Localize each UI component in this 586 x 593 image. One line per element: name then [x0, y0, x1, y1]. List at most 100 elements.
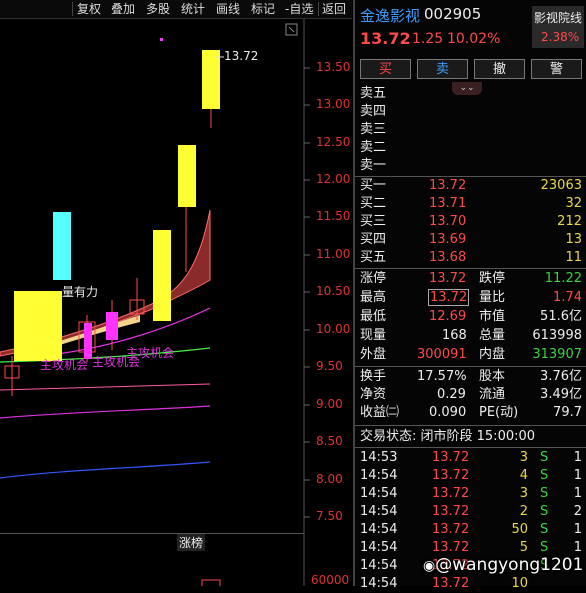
- chart-toolbar: 复权 叠加 多股 统计 画线 标记 -自选 返回: [0, 0, 352, 19]
- toolbar-back-button[interactable]: 返回: [322, 1, 346, 17]
- tick-price: 13.72: [432, 468, 470, 483]
- tick-price: 13.72: [432, 522, 470, 537]
- buy-level-label: 买五: [360, 250, 387, 265]
- sell-level-row: 卖五: [355, 85, 586, 103]
- price-tick: 8.50: [316, 434, 343, 448]
- toolbar-overlay-button[interactable]: 叠加: [111, 1, 135, 17]
- tick-time: 14:54: [360, 468, 398, 483]
- buy-level-volume: 23063: [540, 178, 582, 193]
- divider: [355, 366, 586, 367]
- sell-level-label: 卖五: [360, 86, 387, 101]
- zhang-bang-tab[interactable]: 涨榜: [177, 534, 206, 551]
- ma-line-blue: [0, 461, 211, 479]
- volume-ratio-value: 1.74: [553, 290, 582, 305]
- toolbar-multistock-button[interactable]: 多股: [146, 1, 170, 17]
- buy-level-row[interactable]: 买一 13.72 23063: [355, 177, 586, 195]
- buy-level-row[interactable]: 买五 13.68 11: [355, 249, 586, 267]
- cancel-order-button[interactable]: 撤: [474, 59, 525, 79]
- toolbar-drawline-button[interactable]: 画线: [216, 1, 240, 17]
- watermark-text: @wangyong1201: [435, 555, 584, 575]
- sell-level-label: 卖一: [360, 158, 387, 173]
- candle-yellow: [153, 230, 171, 321]
- toolbar-stats-button[interactable]: 统计: [181, 1, 205, 17]
- tick-price: 13.72: [432, 504, 470, 519]
- candle-magenta: [106, 312, 118, 340]
- low-label: 最低: [360, 309, 387, 324]
- sell-level-row: 卖一: [355, 157, 586, 175]
- price-tick: 12.00: [316, 172, 351, 186]
- weibo-logo-icon: ◉: [423, 558, 436, 574]
- price-change-pct: 10.02%: [447, 31, 501, 47]
- price-tick: 8.00: [316, 472, 343, 486]
- price-tick: 12.50: [316, 135, 351, 149]
- tick-side: S: [540, 468, 549, 483]
- tick-volume: 10: [511, 576, 528, 591]
- eps-label: 收益㈡: [360, 405, 400, 420]
- tick-row[interactable]: 14:54 13.72 3 S 1: [355, 485, 586, 503]
- sell-button[interactable]: 卖: [417, 59, 468, 79]
- price-tick: 10.50: [316, 284, 351, 298]
- eps-value: 0.090: [429, 405, 467, 420]
- inner-volume-label: 内盘: [479, 347, 506, 362]
- tick-side: S: [540, 450, 549, 465]
- sell-level-label: 卖四: [360, 104, 387, 119]
- outer-volume-label: 外盘: [360, 347, 387, 362]
- volume-ratio-label: 量比: [479, 290, 506, 305]
- buy-level-row[interactable]: 买四 13.69 13: [355, 231, 586, 249]
- tick-row[interactable]: 14:54 13.72 2 S 2: [355, 503, 586, 521]
- stats-row: 涨停 13.72 跌停 11.22: [355, 270, 586, 288]
- alert-button[interactable]: 警: [531, 59, 582, 79]
- turnover-label: 换手: [360, 369, 387, 384]
- volume-bar: [201, 579, 221, 586]
- kline-chart[interactable]: 13.50 13.00 12.50 12.00 11.50 11.00 10.5…: [0, 19, 351, 587]
- limit-down-value: 11.22: [544, 271, 582, 286]
- tick-row[interactable]: 14:53 13.72 3 S 1: [355, 449, 586, 467]
- divider: [355, 425, 586, 426]
- toolbar-fuquan-button[interactable]: 复权: [77, 1, 101, 17]
- stats-row: 最高 13.72 量比 1.74: [355, 289, 586, 307]
- buy-level-price: 13.69: [429, 232, 467, 247]
- net-asset-value: 0.29: [437, 387, 466, 402]
- buy-button[interactable]: 买: [360, 59, 411, 79]
- tick-row[interactable]: 14:54 13.72 10: [355, 575, 586, 593]
- stats-row: 换手 17.57% 股本 3.76亿: [355, 368, 586, 386]
- buy-level-volume: 32: [565, 196, 582, 211]
- ma-line-pink: [0, 383, 211, 391]
- toolbar-watchlist-button[interactable]: -自选: [285, 1, 313, 17]
- stock-name[interactable]: 金逸影视: [360, 5, 420, 26]
- tick-row[interactable]: 14:54 13.72 4 S 1: [355, 467, 586, 485]
- float-shares-value: 3.49亿: [540, 387, 582, 402]
- price-tick: 13.00: [316, 97, 351, 111]
- tick-volume: 50: [511, 522, 528, 537]
- tick-volume: 3: [519, 486, 528, 501]
- sector-tag[interactable]: 影视院线 2.38%: [532, 6, 584, 48]
- tick-volume: 4: [519, 468, 528, 483]
- tick-time: 14:54: [360, 522, 398, 537]
- sell-level-row: 卖二: [355, 139, 586, 157]
- tick-side: S: [540, 486, 549, 501]
- tick-row[interactable]: 14:54 13.72 50 S 1: [355, 521, 586, 539]
- buy-level-price: 13.71: [429, 196, 467, 211]
- buy-level-volume: 212: [557, 214, 582, 229]
- buy-level-row[interactable]: 买三 13.70 212: [355, 213, 586, 231]
- divider: [355, 447, 586, 448]
- pe-value: 79.7: [553, 405, 582, 420]
- stock-code: 002905: [424, 5, 482, 23]
- buy-level-label: 买三: [360, 214, 387, 229]
- stats-row: 现量 168 总量 613998: [355, 327, 586, 345]
- ma-line-magenta-long: [0, 405, 211, 419]
- high-value: 13.72: [428, 289, 470, 306]
- stats-row: 净资 0.29 流通 3.49亿: [355, 386, 586, 404]
- tick-count: 1: [573, 486, 582, 501]
- price-change: 1.25: [412, 31, 444, 47]
- stats-row: 最低 12.69 市值 51.6亿: [355, 308, 586, 326]
- buy-level-row[interactable]: 买二 13.71 32: [355, 195, 586, 213]
- tick-time: 14:54: [360, 558, 398, 573]
- float-shares-label: 流通: [479, 387, 506, 402]
- net-asset-label: 净资: [360, 387, 387, 402]
- last-price: 13.72: [360, 29, 411, 48]
- low-value: 12.69: [429, 309, 467, 324]
- toolbar-mark-button[interactable]: 标记: [251, 1, 275, 17]
- candle-yellow-limit-up: [202, 50, 220, 109]
- tick-count: 1: [573, 450, 582, 465]
